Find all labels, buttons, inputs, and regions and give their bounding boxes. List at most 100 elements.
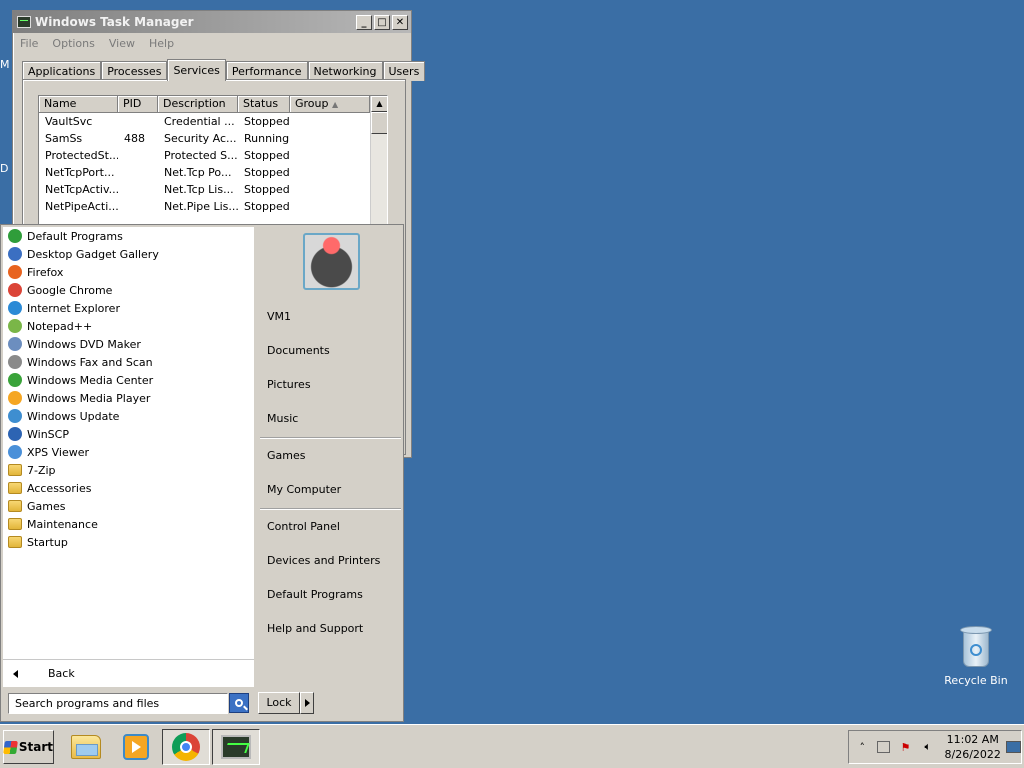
search-input[interactable]: Search programs and files bbox=[8, 693, 228, 714]
program-item[interactable]: Windows Media Center bbox=[3, 371, 254, 389]
recycle-bin-shortcut[interactable]: Recycle Bin bbox=[944, 624, 1008, 687]
menu-help[interactable]: Help bbox=[149, 37, 174, 50]
column-header-group[interactable]: Group ▲ bbox=[290, 96, 370, 113]
service-row[interactable]: NetTcpActiv... Net.Tcp Lis... Stopped bbox=[39, 181, 387, 198]
service-row[interactable]: SamSs 488 Security Ac... Running bbox=[39, 130, 387, 147]
close-button[interactable]: ✕ bbox=[392, 14, 408, 30]
clock[interactable]: 11:02 AM 8/26/2022 bbox=[943, 732, 1002, 762]
help-and-support-link[interactable]: Help and Support bbox=[267, 619, 363, 639]
service-row[interactable]: NetTcpPort... Net.Tcp Po... Stopped bbox=[39, 164, 387, 181]
action-center-flag-icon[interactable]: ⚑ bbox=[898, 739, 912, 755]
maximize-button[interactable]: □ bbox=[374, 14, 390, 30]
lock-button[interactable]: Lock bbox=[258, 692, 300, 714]
folder-icon bbox=[8, 464, 22, 476]
program-item[interactable]: Google Chrome bbox=[3, 281, 254, 299]
program-item[interactable]: WinSCP bbox=[3, 425, 254, 443]
program-item[interactable]: XPS Viewer bbox=[3, 443, 254, 461]
service-name-cell: VaultSvc bbox=[45, 115, 93, 128]
default-programs-link[interactable]: Default Programs bbox=[267, 585, 363, 605]
program-item[interactable]: Windows Fax and Scan bbox=[3, 353, 254, 371]
program-item[interactable]: Internet Explorer bbox=[3, 299, 254, 317]
minimize-button[interactable]: _ bbox=[356, 14, 372, 30]
windows-update-icon bbox=[8, 409, 22, 423]
services-list[interactable]: Name PID Description Status Group ▲ Vaul… bbox=[38, 95, 388, 235]
separator bbox=[260, 508, 401, 510]
service-pid-cell: 488 bbox=[124, 132, 145, 145]
my-computer-link[interactable]: My Computer bbox=[267, 480, 341, 500]
service-row[interactable]: NetPipeActi... Net.Pipe Lis... Stopped bbox=[39, 198, 387, 215]
program-item[interactable]: Startup bbox=[3, 533, 254, 551]
show-desktop-icon[interactable] bbox=[1006, 741, 1022, 753]
column-header-status[interactable]: Status bbox=[238, 96, 290, 113]
start-button[interactable]: Start bbox=[3, 730, 54, 764]
taskbar-media-player-button[interactable] bbox=[112, 729, 160, 765]
windows-logo-icon bbox=[3, 740, 18, 754]
pictures-link[interactable]: Pictures bbox=[267, 375, 311, 395]
taskbar-chrome-button[interactable] bbox=[162, 729, 210, 765]
chevron-right-icon bbox=[304, 699, 310, 707]
task-manager-titlebar[interactable]: Windows Task Manager _ □ ✕ bbox=[13, 11, 411, 33]
clock-date: 8/26/2022 bbox=[944, 748, 1001, 761]
column-header-description[interactable]: Description bbox=[158, 96, 238, 113]
menu-view[interactable]: View bbox=[109, 37, 135, 50]
services-list-scrollbar[interactable]: ▲ bbox=[370, 96, 387, 234]
start-menu: Default Programs Desktop Gadget Gallery Fi… bbox=[0, 224, 404, 722]
music-link[interactable]: Music bbox=[267, 409, 298, 429]
service-name-cell: SamSs bbox=[45, 132, 83, 145]
service-pid-cell bbox=[118, 147, 158, 164]
program-item[interactable]: Windows DVD Maker bbox=[3, 335, 254, 353]
chrome-icon bbox=[8, 283, 22, 297]
program-item[interactable]: Games bbox=[3, 497, 254, 515]
tab-networking[interactable]: Networking bbox=[307, 61, 383, 81]
program-item[interactable]: Accessories bbox=[3, 479, 254, 497]
tab-processes[interactable]: Processes bbox=[101, 61, 168, 81]
taskbar-task-manager-button[interactable] bbox=[212, 729, 260, 765]
column-header-pid[interactable]: PID bbox=[118, 96, 158, 113]
program-item[interactable]: Maintenance bbox=[3, 515, 254, 533]
devices-and-printers-link[interactable]: Devices and Printers bbox=[267, 551, 380, 571]
games-link[interactable]: Games bbox=[267, 446, 305, 466]
taskbar-explorer-button[interactable] bbox=[62, 729, 110, 765]
tab-performance[interactable]: Performance bbox=[225, 61, 308, 81]
documents-link[interactable]: Documents bbox=[267, 341, 330, 361]
scroll-up-arrow-icon[interactable]: ▲ bbox=[371, 96, 387, 112]
menu-bar: File Options View Help bbox=[13, 33, 411, 53]
program-item[interactable]: Notepad++ bbox=[3, 317, 254, 335]
program-item[interactable]: Desktop Gadget Gallery bbox=[3, 245, 254, 263]
fax-icon bbox=[8, 355, 22, 369]
program-item[interactable]: Default Programs bbox=[3, 227, 254, 245]
menu-file[interactable]: File bbox=[20, 37, 38, 50]
column-header-name[interactable]: Name bbox=[39, 96, 118, 113]
program-item[interactable]: Windows Update bbox=[3, 407, 254, 425]
tab-services[interactable]: Services bbox=[167, 59, 226, 81]
service-description-cell: Security Ac... bbox=[164, 132, 237, 145]
task-manager-icon bbox=[17, 16, 31, 28]
tab-applications[interactable]: Applications bbox=[22, 61, 102, 81]
service-row[interactable]: VaultSvc Credential ... Stopped bbox=[39, 113, 387, 130]
xps-viewer-icon bbox=[8, 445, 22, 459]
program-item[interactable]: Firefox bbox=[3, 263, 254, 281]
shutdown-options-button[interactable] bbox=[300, 692, 314, 714]
service-row[interactable]: ProtectedSt... Protected S... Stopped bbox=[39, 147, 387, 164]
all-programs-list: Default Programs Desktop Gadget Gallery Fi… bbox=[3, 227, 254, 659]
program-label: WinSCP bbox=[27, 427, 69, 441]
service-status-cell: Stopped bbox=[244, 200, 290, 213]
back-button[interactable]: Back bbox=[3, 659, 254, 687]
scrollbar-thumb[interactable] bbox=[371, 112, 387, 134]
search-button[interactable] bbox=[229, 693, 249, 713]
tab-users[interactable]: Users bbox=[382, 61, 426, 81]
program-label: Firefox bbox=[27, 265, 64, 279]
tab-strip: Applications Processes Services Performa… bbox=[22, 59, 426, 81]
program-item[interactable]: 7-Zip bbox=[3, 461, 254, 479]
user-avatar[interactable] bbox=[303, 233, 360, 290]
show-hidden-icons-chevron-icon[interactable]: ˄ bbox=[855, 739, 869, 755]
volume-icon[interactable]: 🔈︎ bbox=[921, 739, 935, 755]
menu-options[interactable]: Options bbox=[52, 37, 94, 50]
service-name-cell: NetTcpPort... bbox=[45, 166, 115, 179]
program-item[interactable]: Windows Media Player bbox=[3, 389, 254, 407]
control-panel-link[interactable]: Control Panel bbox=[267, 517, 340, 537]
network-icon[interactable] bbox=[877, 741, 891, 753]
task-manager-icon bbox=[221, 735, 251, 759]
user-folder-link[interactable]: VM1 bbox=[267, 307, 291, 327]
program-label: Games bbox=[27, 499, 66, 513]
